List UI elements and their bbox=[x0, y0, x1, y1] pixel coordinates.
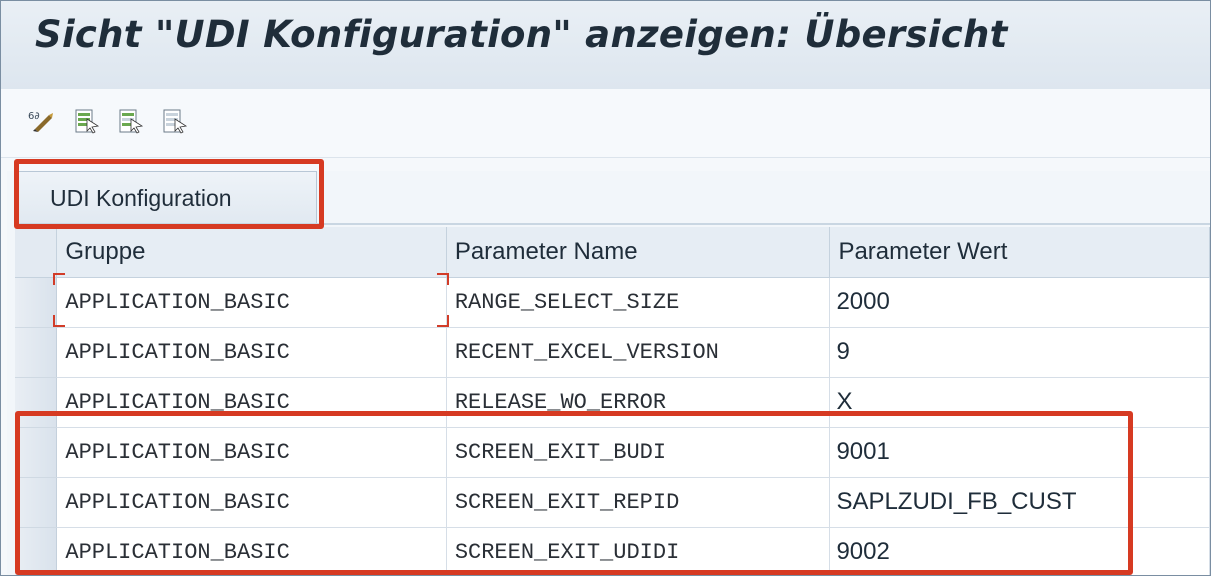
cell-gruppe[interactable]: APPLICATION_BASIC bbox=[56, 277, 447, 328]
panel-tab: UDI Konfiguration bbox=[15, 171, 317, 223]
select-all-column-header[interactable] bbox=[15, 227, 58, 278]
column-header-parameter-wert[interactable]: Parameter Wert bbox=[829, 227, 1210, 278]
cell-focus-corner bbox=[437, 315, 449, 327]
select-block-icon bbox=[119, 109, 144, 134]
panel-tab-label: UDI Konfiguration bbox=[50, 185, 232, 211]
table-row: APPLICATION_BASIC RANGE_SELECT_SIZE 2000 bbox=[15, 277, 1210, 328]
select-all-icon bbox=[75, 109, 100, 134]
cell-parameter-name[interactable]: RELEASE_WO_ERROR bbox=[446, 377, 831, 428]
row-selector[interactable] bbox=[15, 427, 58, 478]
select-all-button[interactable] bbox=[69, 103, 105, 139]
cell-gruppe[interactable]: APPLICATION_BASIC bbox=[56, 327, 447, 378]
cell-parameter-wert[interactable]: SAPLZUDI_FB_CUST bbox=[829, 477, 1210, 528]
cell-gruppe[interactable]: APPLICATION_BASIC bbox=[56, 377, 447, 428]
cell-parameter-name[interactable]: RANGE_SELECT_SIZE bbox=[446, 277, 831, 328]
cell-parameter-wert[interactable]: 2000 bbox=[829, 277, 1210, 328]
table-row: APPLICATION_BASIC SCREEN_EXIT_BUDI 9001 bbox=[15, 427, 1210, 478]
row-selector[interactable] bbox=[15, 327, 58, 378]
cell-parameter-name[interactable]: SCREEN_EXIT_BUDI bbox=[446, 427, 831, 478]
cell-parameter-name[interactable]: SCREEN_EXIT_UDIDI bbox=[446, 527, 831, 575]
table-row: APPLICATION_BASIC RECENT_EXCEL_VERSION 9 bbox=[15, 327, 1210, 378]
application-toolbar: 6∂ bbox=[1, 89, 1210, 158]
table-row: APPLICATION_BASIC SCREEN_EXIT_UDIDI 9002 bbox=[15, 527, 1210, 575]
panel-divider bbox=[15, 223, 1210, 225]
select-block-button[interactable] bbox=[113, 103, 149, 139]
table-header-row: Gruppe Parameter Name Parameter Wert bbox=[15, 227, 1210, 278]
cell-focus-corner bbox=[53, 315, 65, 327]
cell-parameter-wert[interactable]: 9001 bbox=[829, 427, 1210, 478]
row-selector[interactable] bbox=[15, 277, 58, 328]
display-change-icon: 6∂ bbox=[28, 111, 53, 132]
cell-parameter-wert[interactable]: X bbox=[829, 377, 1210, 428]
sap-window: Sicht "UDI Konfiguration" anzeigen: Über… bbox=[0, 0, 1211, 576]
cell-parameter-name[interactable]: SCREEN_EXIT_REPID bbox=[446, 477, 831, 528]
page-title: Sicht "UDI Konfiguration" anzeigen: Über… bbox=[35, 13, 1008, 56]
svg-text:6∂: 6∂ bbox=[28, 111, 40, 122]
title-bar: Sicht "UDI Konfiguration" anzeigen: Über… bbox=[1, 1, 1210, 90]
cell-parameter-wert[interactable]: 9 bbox=[829, 327, 1210, 378]
cell-parameter-name[interactable]: RECENT_EXCEL_VERSION bbox=[446, 327, 831, 378]
cell-parameter-wert[interactable]: 9002 bbox=[829, 527, 1210, 575]
table-row: APPLICATION_BASIC SCREEN_EXIT_REPID SAPL… bbox=[15, 477, 1210, 528]
table-row: APPLICATION_BASIC RELEASE_WO_ERROR X bbox=[15, 377, 1210, 428]
table-panel: UDI Konfiguration Gruppe Parameter Name … bbox=[7, 171, 1210, 575]
row-selector[interactable] bbox=[15, 377, 58, 428]
cell-gruppe[interactable]: APPLICATION_BASIC bbox=[56, 527, 447, 575]
display-change-button[interactable]: 6∂ bbox=[23, 103, 59, 139]
column-header-parameter-name[interactable]: Parameter Name bbox=[446, 227, 831, 278]
deselect-all-button[interactable] bbox=[157, 103, 193, 139]
cell-focus-corner bbox=[437, 273, 449, 285]
deselect-all-icon bbox=[163, 109, 188, 134]
row-selector[interactable] bbox=[15, 477, 58, 528]
cell-gruppe[interactable]: APPLICATION_BASIC bbox=[56, 427, 447, 478]
cell-gruppe[interactable]: APPLICATION_BASIC bbox=[56, 477, 447, 528]
config-table: Gruppe Parameter Name Parameter Wert APP… bbox=[15, 227, 1210, 575]
cell-focus-corner bbox=[53, 273, 65, 285]
column-header-gruppe[interactable]: Gruppe bbox=[56, 227, 447, 278]
row-selector[interactable] bbox=[15, 527, 58, 575]
